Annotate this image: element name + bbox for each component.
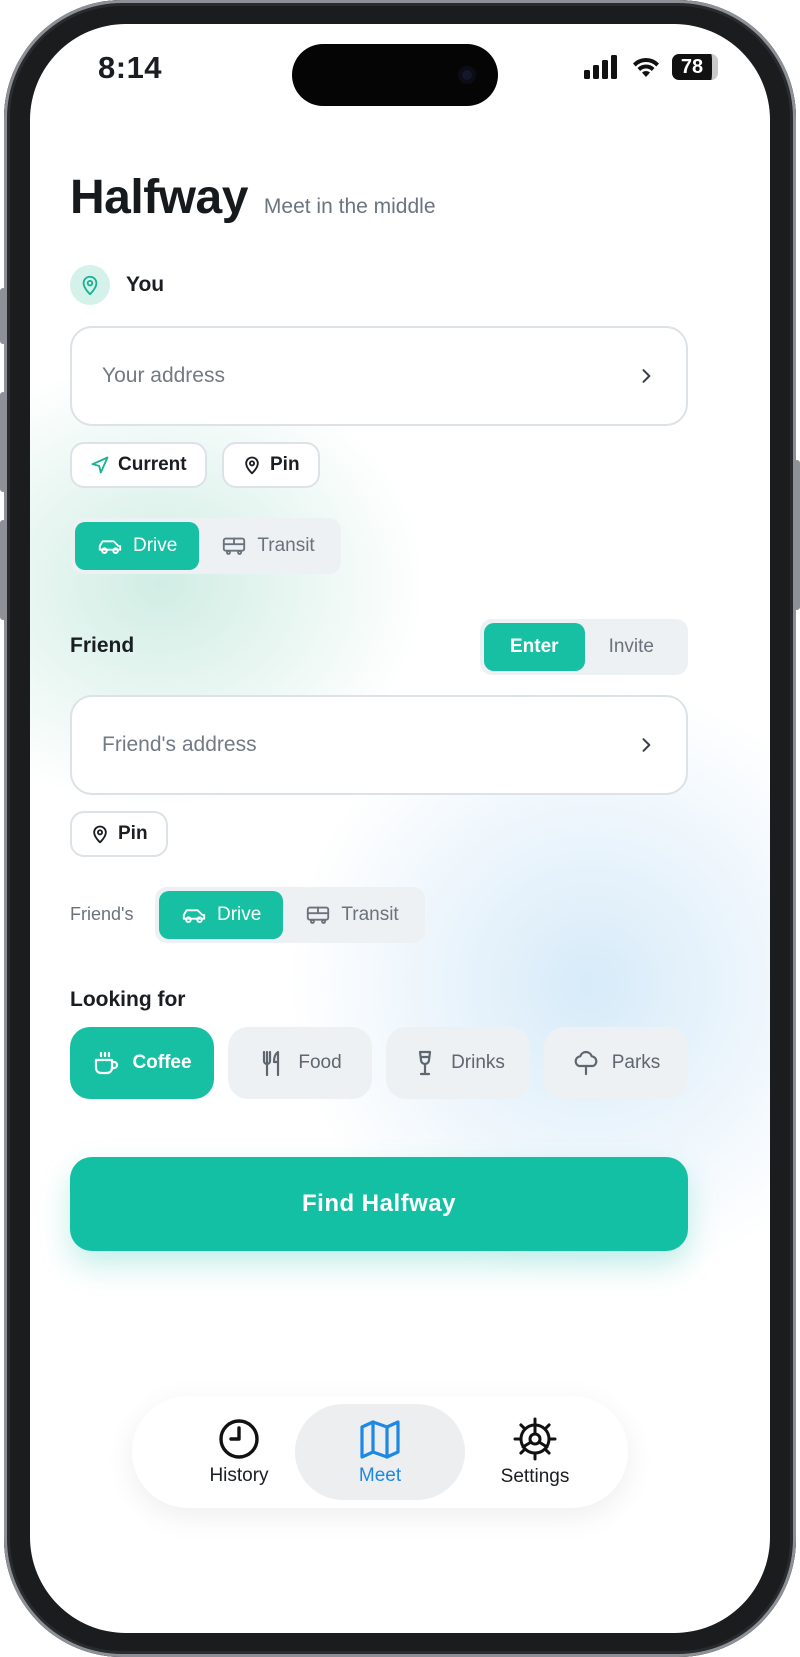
power-button [794,460,800,610]
your-travel-mode-toggle: Drive Transit [71,518,341,574]
friend-label: Friend [70,634,135,657]
your-mode-transit[interactable]: Transit [199,522,336,570]
friend-section-header: Friend [70,634,134,658]
gear-icon [513,1417,557,1461]
category-parks[interactable]: Parks [544,1027,688,1099]
category-coffee[interactable]: Coffee [70,1027,214,1099]
tab-settings[interactable]: Settings [450,1404,620,1500]
friend-travel-mode-toggle: Drive Transit [155,887,425,943]
category-food-label: Food [298,1052,342,1073]
status-time: 8:14 [98,50,163,85]
current-location-button[interactable]: Current [70,442,207,488]
friend-mode-transit[interactable]: Transit [283,891,420,939]
friend-pin-label: Pin [118,823,148,844]
friend-address-field[interactable]: Friend's address [70,695,688,795]
utensils-icon [263,1050,280,1077]
looking-for-label: Looking for [70,988,186,1011]
find-halfway-button[interactable]: Find Halfway [70,1157,688,1251]
your-mode-drive[interactable]: Drive [75,522,200,570]
volume-up-button [0,392,6,492]
location-pin-icon [70,265,110,305]
wine-icon [418,1050,432,1076]
friend-invite-option[interactable]: Invite [585,623,678,671]
camera-icon [458,66,476,84]
tab-settings-label: Settings [500,1466,570,1487]
pin-icon [245,456,259,475]
navigation-arrow-icon [91,456,109,474]
friend-address-placeholder: Friend's address [102,733,257,756]
your-mode-transit-label: Transit [257,535,315,556]
category-drinks-label: Drinks [451,1052,505,1073]
signal-icon [584,55,617,79]
page-subtitle: Meet in the middle [263,195,436,218]
friend-pin-button[interactable]: Pin [70,811,168,857]
your-address-placeholder: Your address [102,364,225,387]
friend-mode-drive-label: Drive [217,904,262,925]
category-drinks[interactable]: Drinks [386,1027,530,1099]
you-section-header: You [70,265,164,305]
tab-meet-label: Meet [358,1465,402,1486]
your-pin-button[interactable]: Pin [222,442,320,488]
you-label: You [126,273,165,296]
battery-indicator: 78 [672,54,718,80]
car-icon [98,540,122,554]
bottom-tab-bar: History Meet Settings [132,1396,628,1508]
category-parks-label: Parks [611,1052,661,1073]
action-button [0,288,6,344]
pin-label: Pin [270,454,300,475]
pin-icon [93,825,107,844]
wifi-icon [633,57,659,77]
app-screen: 8:14 78 Halfway Meet in the middle You Y… [30,24,770,1633]
tab-meet[interactable]: Meet [295,1404,465,1500]
status-icons: 78 [584,54,718,80]
dynamic-island [292,44,498,106]
friend-modes-label: Friend's [70,904,134,924]
current-label: Current [118,454,187,475]
category-coffee-label: Coffee [132,1052,192,1073]
map-icon [360,1420,400,1459]
friend-mode-transit-label: Transit [341,904,399,925]
clock-icon [219,1419,259,1459]
tab-history-label: History [209,1465,269,1486]
header: Halfway Meet in the middle [70,170,436,225]
looking-for-header: Looking for [70,988,185,1012]
friend-entry-toggle: Enter Invite [480,619,688,675]
tree-icon [574,1050,598,1076]
chevron-right-icon [642,369,651,383]
coffee-icon [95,1051,119,1075]
battery-level: 78 [680,55,704,78]
friend-mode-drive[interactable]: Drive [159,891,284,939]
chevron-right-icon [642,738,651,752]
bus-icon [223,537,246,555]
car-icon [182,909,206,923]
your-address-field[interactable]: Your address [70,326,688,426]
category-food[interactable]: Food [228,1027,372,1099]
your-mode-drive-label: Drive [133,535,178,556]
bus-icon [307,906,330,924]
friend-enter-option[interactable]: Enter [484,623,585,671]
page-title: Halfway [70,171,248,224]
volume-down-button [0,520,6,620]
